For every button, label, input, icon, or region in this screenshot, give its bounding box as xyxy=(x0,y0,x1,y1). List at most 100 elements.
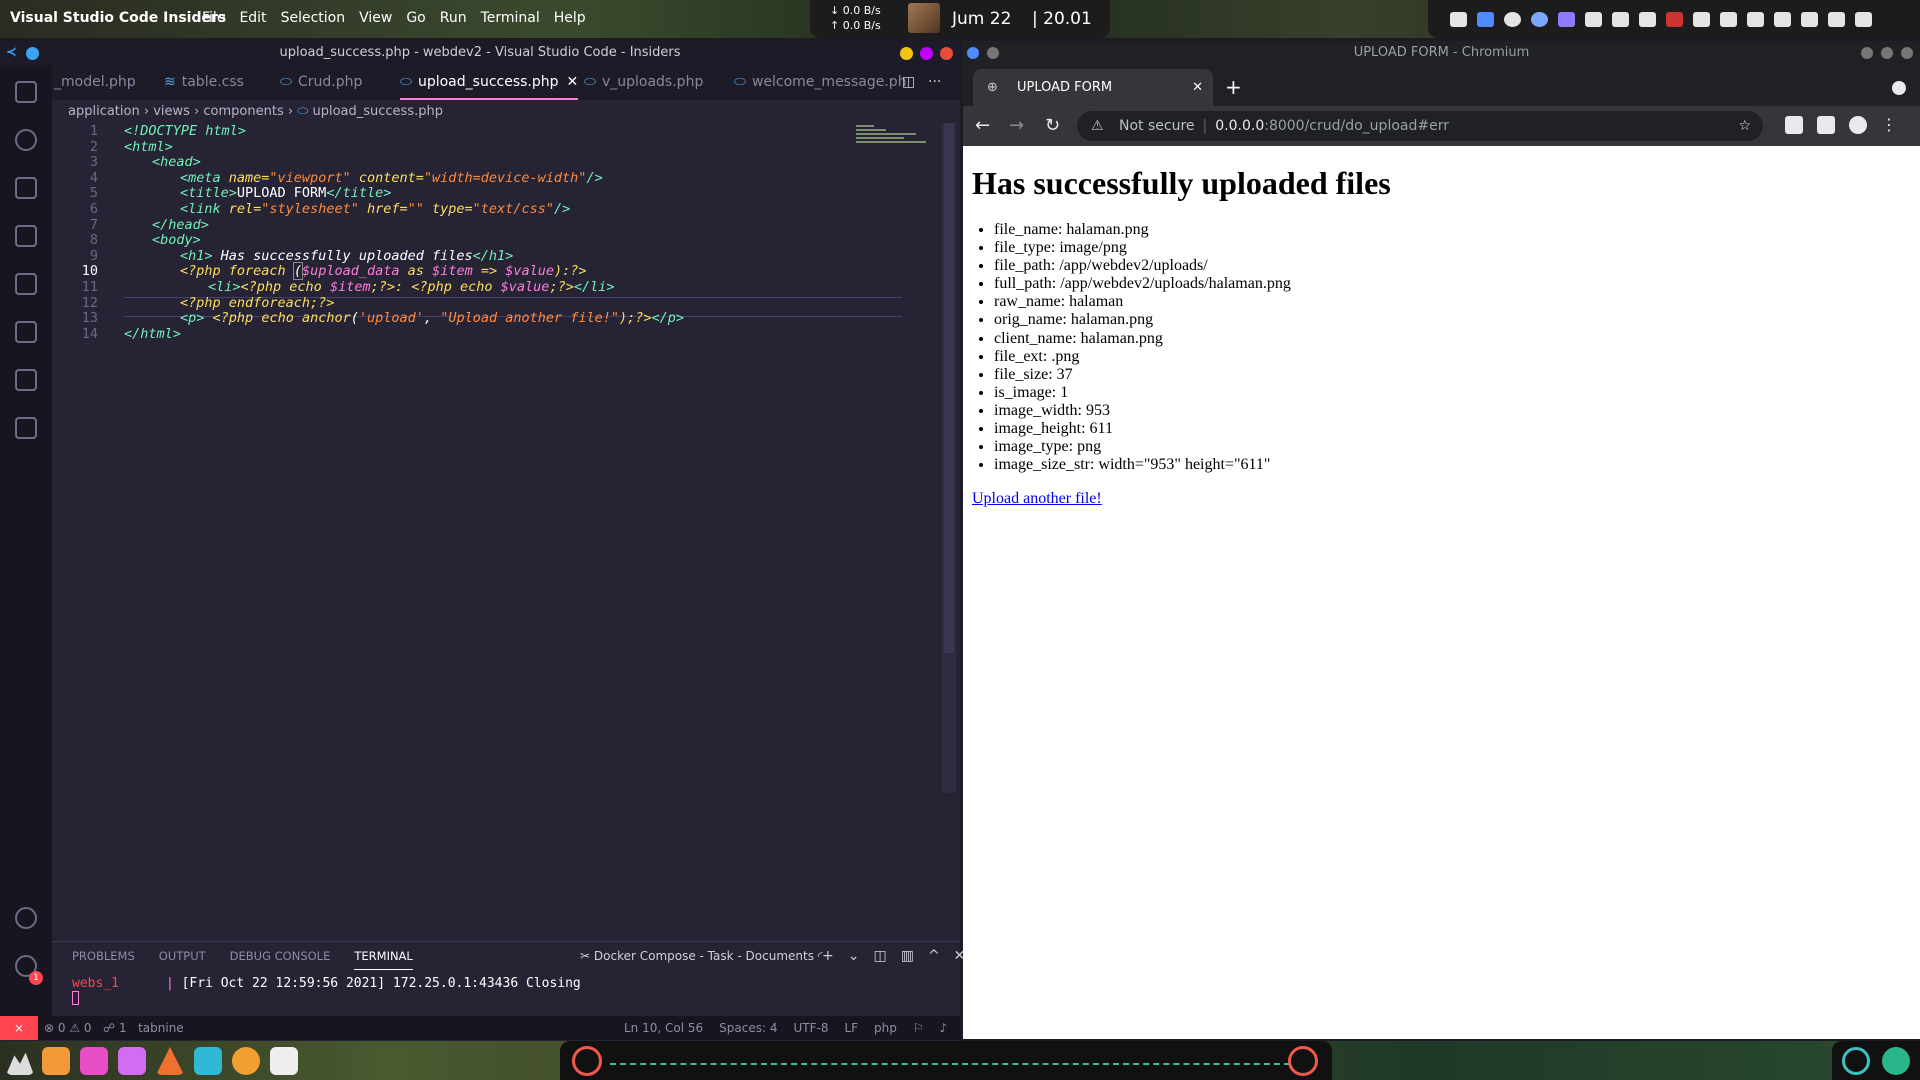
speaker-icon[interactable] xyxy=(1828,11,1845,27)
bluetooth-icon[interactable] xyxy=(1477,11,1494,27)
trash-icon[interactable]: ▥ xyxy=(901,942,914,970)
phone-icon[interactable] xyxy=(1747,11,1764,27)
terminal-output[interactable]: webs_1 | [Fri Oct 22 12:59:56 2021] 172.… xyxy=(72,976,581,1009)
feedback-icon[interactable]: ⚐ xyxy=(913,1016,924,1040)
notifications-bell-icon[interactable]: ♪ xyxy=(940,1016,948,1040)
breadcrumb-item[interactable]: views xyxy=(153,104,190,119)
battery-icon[interactable] xyxy=(1666,11,1683,27)
minimize-button[interactable] xyxy=(900,47,913,60)
tab-output[interactable]: OUTPUT xyxy=(159,942,206,970)
power-ring-icon[interactable] xyxy=(1288,1046,1318,1076)
new-terminal-icon[interactable]: + xyxy=(822,942,834,970)
warning-triangle-icon[interactable]: ⚠ xyxy=(1091,111,1104,141)
end-of-line[interactable]: LF xyxy=(844,1016,858,1040)
volume-icon[interactable] xyxy=(1639,11,1656,27)
menu-run[interactable]: Run xyxy=(440,10,467,26)
browser-tab[interactable]: ⊕ UPLOAD FORM ✕ xyxy=(973,69,1213,106)
minimize-button[interactable] xyxy=(1861,47,1873,59)
split-editor-icon[interactable]: ◫ xyxy=(902,65,915,100)
tabnine-status[interactable]: tabnine xyxy=(138,1021,184,1035)
notification-bell-icon[interactable] xyxy=(1450,11,1467,27)
tab-close-icon[interactable]: ✕ xyxy=(1192,69,1203,106)
pause-icon[interactable] xyxy=(1504,11,1521,27)
forward-arrow-icon[interactable]: → xyxy=(1009,115,1024,136)
remote-indicator-icon[interactable]: ⨯ xyxy=(0,1016,38,1040)
reload-icon[interactable]: ↻ xyxy=(1045,115,1060,136)
keyboard-icon[interactable] xyxy=(1774,11,1791,27)
extensions-icon[interactable] xyxy=(15,273,37,295)
maximize-panel-icon[interactable]: ^ xyxy=(928,942,940,970)
settings-gear-icon[interactable] xyxy=(1531,11,1548,27)
tab-debug-console[interactable]: DEBUG CONSOLE xyxy=(230,942,331,970)
clock-widget[interactable]: ↓ 0.0 B/s ↑ 0.0 B/s Jum 22 | 20.01 xyxy=(810,0,1110,38)
window-dot-icon[interactable] xyxy=(26,47,39,60)
extensions-puzzle-icon[interactable] xyxy=(1785,116,1803,134)
menu-terminal[interactable]: Terminal xyxy=(481,10,540,26)
encoding[interactable]: UTF-8 xyxy=(793,1016,828,1040)
breadcrumb-item[interactable]: components xyxy=(203,104,283,119)
clipboard-icon[interactable] xyxy=(1585,11,1602,27)
address-bar[interactable]: ⚠ Not secure | 0.0.0.0:8000/crud/do_upload… xyxy=(1077,111,1763,141)
chevron-down-icon[interactable]: ⌄ xyxy=(848,942,860,970)
menu-help[interactable]: Help xyxy=(554,10,586,26)
split-terminal-icon[interactable]: ◫ xyxy=(873,942,886,970)
breadcrumb-item[interactable]: upload_success.php xyxy=(312,104,443,119)
tab-search-icon[interactable] xyxy=(1892,81,1906,95)
upload-another-file-link[interactable]: Upload another file! xyxy=(972,490,1102,508)
tab-terminal[interactable]: TERMINAL xyxy=(354,942,413,970)
vscode-insiders-icon[interactable] xyxy=(1882,1047,1910,1075)
cursor-position[interactable]: Ln 10, Col 56 xyxy=(624,1016,703,1040)
close-button[interactable] xyxy=(1901,47,1913,59)
more-menu-icon[interactable]: ⋮ xyxy=(1881,116,1897,134)
tab-table-css[interactable]: ≋ table.css xyxy=(164,65,244,100)
lightbulb-icon[interactable] xyxy=(1612,11,1629,27)
image-viewer-icon[interactable] xyxy=(118,1047,146,1075)
user-icon[interactable] xyxy=(1558,11,1575,27)
menu-go[interactable]: Go xyxy=(406,10,425,26)
kubernetes-icon[interactable] xyxy=(15,417,37,439)
tab-model-php[interactable]: _model.php xyxy=(54,65,136,100)
tab-upload-success-php[interactable]: ⬭ upload_success.php ✕ xyxy=(400,65,579,100)
maximize-button[interactable] xyxy=(920,47,933,60)
app-launcher-icon[interactable] xyxy=(6,1052,34,1075)
bookmark-star-icon[interactable]: ☆ xyxy=(1738,111,1751,141)
maximize-button[interactable] xyxy=(1881,47,1893,59)
remote-explorer-icon[interactable] xyxy=(15,321,37,343)
back-arrow-icon[interactable]: ← xyxy=(975,115,990,136)
more-actions-icon[interactable]: ··· xyxy=(928,65,941,100)
power-icon[interactable] xyxy=(1855,11,1872,27)
minimap[interactable] xyxy=(856,123,938,153)
tab-v-uploads-php[interactable]: ⬭ v_uploads.php xyxy=(584,65,703,100)
terminal-task-selector[interactable]: ✂ Docker Compose - Task - Documents ◜ xyxy=(580,942,822,970)
language-mode[interactable]: php xyxy=(874,1016,897,1040)
chromium-icon[interactable] xyxy=(1842,1047,1870,1075)
editor-scrollbar-thumb[interactable] xyxy=(944,123,954,653)
warnings-count[interactable]: ⚠ 0 xyxy=(69,1021,91,1035)
indentation[interactable]: Spaces: 4 xyxy=(719,1016,777,1040)
menu-selection[interactable]: Selection xyxy=(281,10,346,26)
settings-icon[interactable] xyxy=(232,1047,260,1075)
power-ring-icon[interactable] xyxy=(572,1046,602,1076)
menu-file[interactable]: File xyxy=(202,10,225,26)
reading-list-icon[interactable] xyxy=(1817,116,1835,134)
tab-problems[interactable]: PROBLEMS xyxy=(72,942,135,970)
breadcrumb-item[interactable]: application xyxy=(68,104,140,119)
tab-close-icon[interactable]: ✕ xyxy=(567,74,579,90)
vlc-icon[interactable] xyxy=(156,1047,184,1075)
search-icon[interactable] xyxy=(15,129,37,151)
window-dot-icon[interactable] xyxy=(987,47,999,59)
code-editor[interactable]: 1 2 3 4 5 6 7 8 9 10 11 12 13 14 <!DOCTY… xyxy=(52,123,960,763)
display-icon[interactable] xyxy=(1720,11,1737,27)
tab-welcome-message-php[interactable]: ⬭ welcome_message.ph xyxy=(734,65,907,100)
profile-avatar-icon[interactable] xyxy=(1849,116,1867,134)
not-secure-label[interactable]: Not secure xyxy=(1119,118,1195,134)
account-icon[interactable] xyxy=(15,907,37,929)
new-tab-button[interactable]: + xyxy=(1225,69,1242,106)
errors-count[interactable]: ⊗ 0 xyxy=(44,1021,66,1035)
terminal-icon[interactable] xyxy=(194,1047,222,1075)
source-control-icon[interactable] xyxy=(15,177,37,199)
active-app-name[interactable]: Visual Studio Code Insiders xyxy=(10,10,226,26)
tab-crud-php[interactable]: ⬭ Crud.php xyxy=(280,65,362,100)
docker-icon[interactable] xyxy=(15,369,37,391)
wifi-icon[interactable] xyxy=(1801,11,1818,27)
